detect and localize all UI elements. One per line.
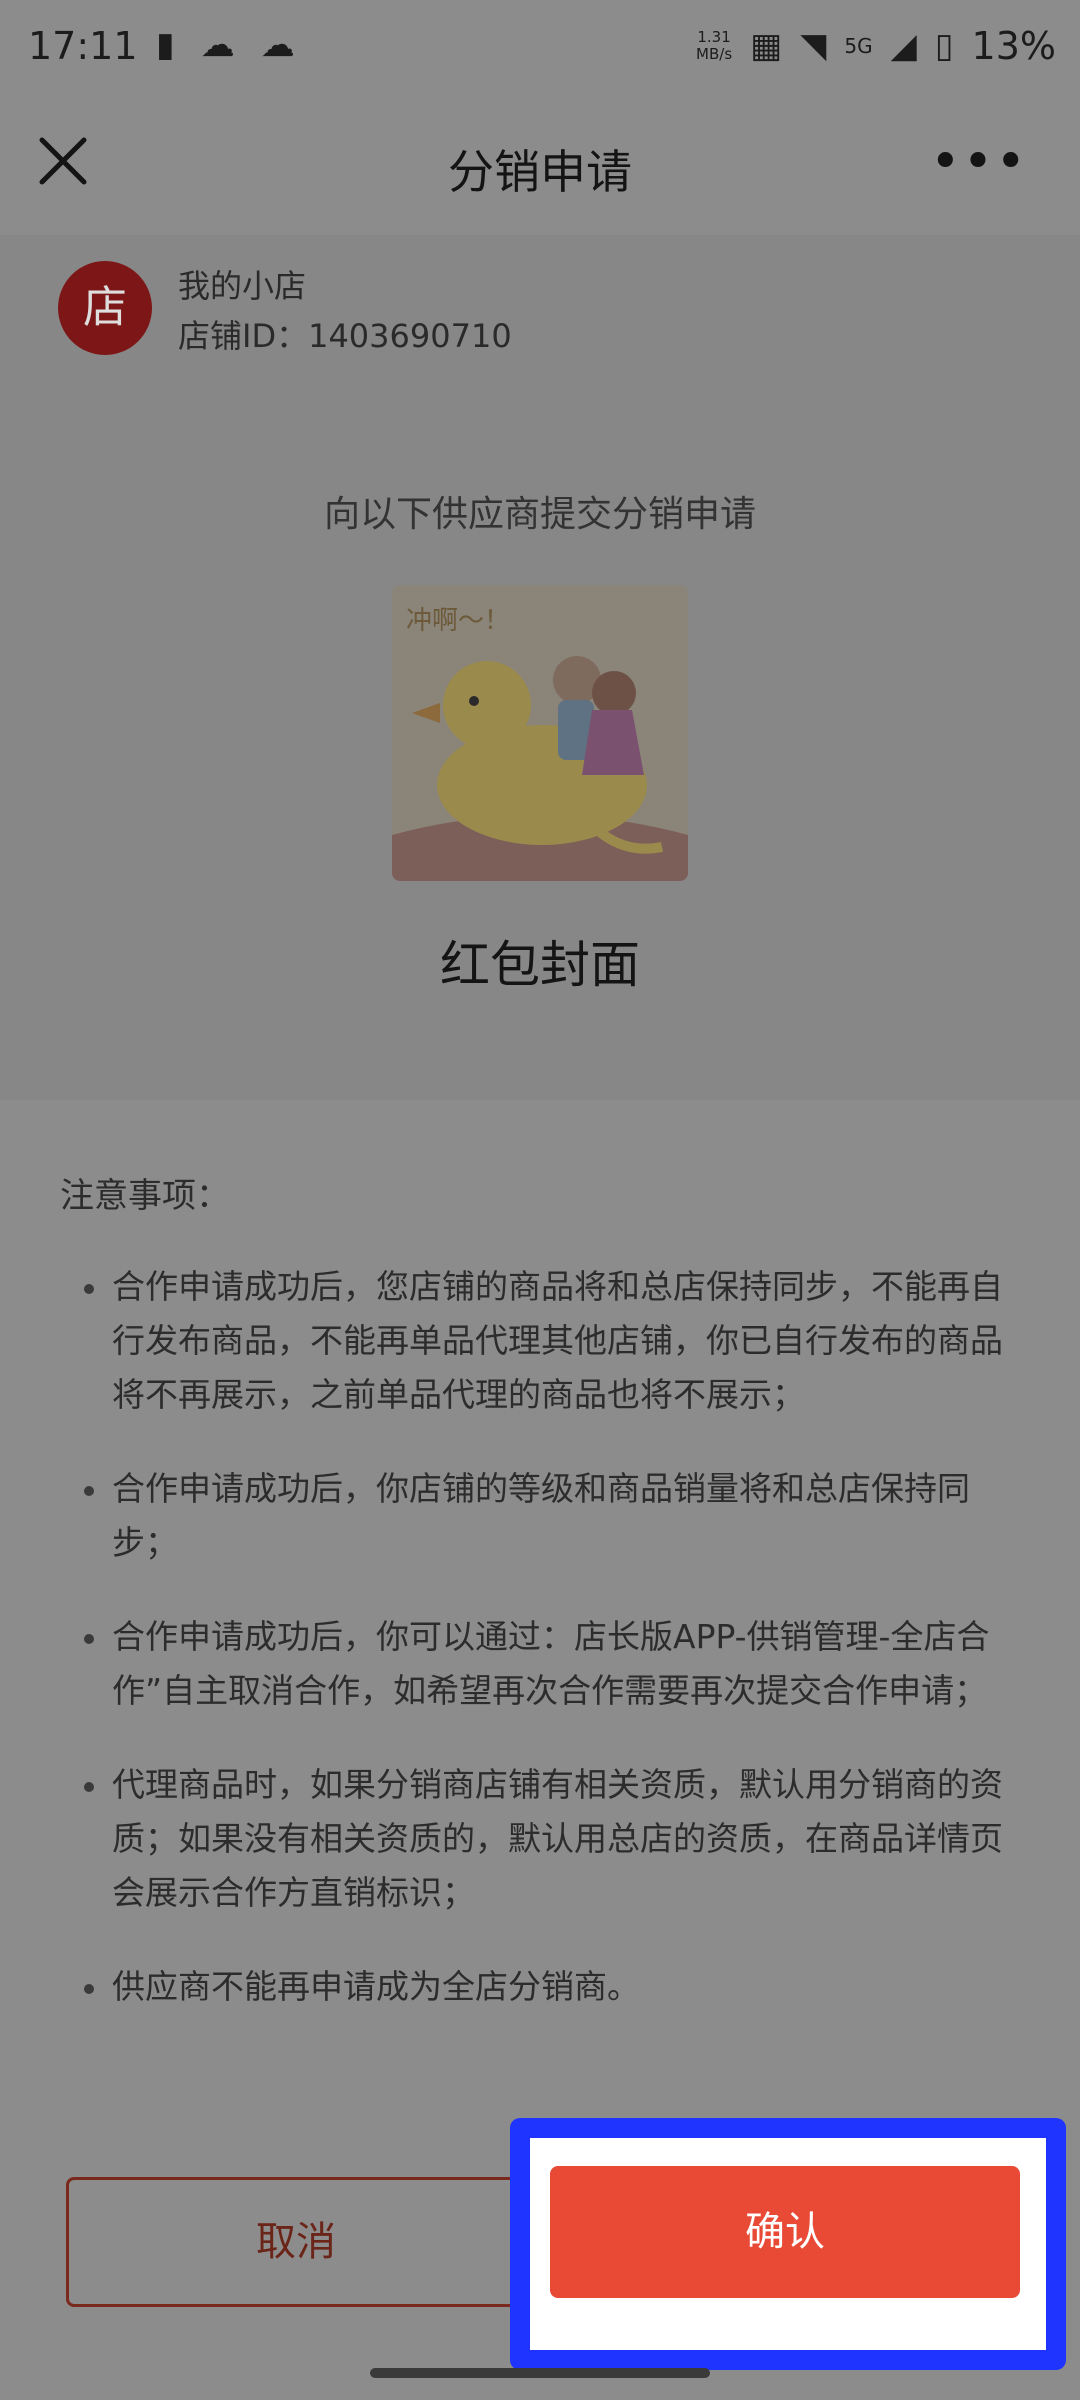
note-text: 合作申请成功后，你店铺的等级和商品销量将和总店保持同步； [112, 1469, 970, 1562]
supplier-logo-image: 冲啊～！ [392, 585, 688, 881]
note-text: 供应商不能再申请成为全店分销商。 [112, 1967, 640, 2006]
bullet-icon [84, 1782, 94, 1792]
submit-caption: 向以下供应商提交分销申请 [323, 494, 756, 535]
wifi-icon: ◥ [800, 26, 827, 66]
alert-icon: ▮ [156, 25, 175, 65]
more-options-icon[interactable]: ••• [930, 132, 1028, 192]
supplier-name: 红包封面 [440, 936, 640, 994]
status-bar: 17:11 ▮ ☁ ☁ 1.31 MB/s ▦ ◥ 5G ◢ ▯ 13% [0, 0, 1080, 100]
note-item: 合作申请成功后，您店铺的商品将和总店保持同步，不能再自行发布商品，不能再单品代理… [0, 1260, 1080, 1422]
bullet-icon [84, 1634, 94, 1644]
note-item: 合作申请成功后，你可以通过：店长版APP-供销管理-全店合作”自主取消合作，如希… [0, 1610, 1080, 1718]
notes-title: 注意事项： [60, 1176, 230, 1216]
net-speed-unit: MB/s [696, 45, 733, 63]
bullet-icon [84, 1284, 94, 1294]
confirm-highlight-box: 确认 [510, 2118, 1066, 2370]
supplier-logo: 冲啊～！ [392, 585, 688, 881]
battery-percent: 13% [971, 24, 1056, 68]
battery-icon: ▯ [934, 26, 954, 66]
logo-caption: 冲啊～！ [406, 605, 510, 635]
signal-label: 5G [844, 33, 873, 58]
notes-list: 合作申请成功后，您店铺的商品将和总店保持同步，不能再自行发布商品，不能再单品代理… [0, 1260, 1080, 2054]
net-speed: 1.31 MB/s [696, 29, 732, 63]
wechat-icon: ☁ [200, 25, 235, 65]
note-item: 合作申请成功后，你店铺的等级和商品销量将和总店保持同步； [0, 1462, 1080, 1570]
note-item: 供应商不能再申请成为全店分销商。 [0, 1960, 1080, 2014]
shop-card: 店 我的小店 店铺ID：1403690710 [0, 235, 1080, 385]
notification-icons: ▮ ☁ ☁ [156, 28, 295, 62]
bottom-action-bar: 取消 确认 [0, 2118, 1080, 2400]
signal-icon: ◢ [890, 26, 917, 66]
hd-icon: ▦ [750, 26, 783, 66]
note-text: 合作申请成功后，您店铺的商品将和总店保持同步，不能再自行发布商品，不能再单品代理… [112, 1267, 1003, 1414]
supplier-section: 向以下供应商提交分销申请 冲啊～！ 红包封面 [0, 385, 1080, 1100]
shop-avatar: 店 [58, 261, 152, 355]
page-title: 分销申请 [448, 145, 632, 199]
confirm-button[interactable]: 确认 [550, 2166, 1020, 2298]
status-right: 1.31 MB/s ▦ ◥ 5G ◢ ▯ 13% [696, 24, 1056, 68]
nav-bar: 分销申请 ••• [0, 100, 1080, 235]
bullet-icon [84, 1984, 94, 1994]
home-indicator[interactable] [370, 2368, 710, 2378]
notes-section: 注意事项： 合作申请成功后，您店铺的商品将和总店保持同步，不能再自行发布商品，不… [0, 1100, 1080, 2150]
note-text: 合作申请成功后，你可以通过：店长版APP-供销管理-全店合作”自主取消合作，如希… [112, 1617, 990, 1710]
bullet-icon [84, 1486, 94, 1496]
status-time: 17:11 [28, 24, 138, 68]
confirm-highlight-inner: 确认 [530, 2138, 1046, 2350]
note-text: 代理商品时，如果分销商店铺有相关资质，默认用分销商的资质；如果没有相关资质的，默… [112, 1765, 1003, 1912]
shop-id: 店铺ID：1403690710 [178, 317, 512, 355]
cancel-button[interactable]: 取消 [66, 2177, 526, 2307]
note-item: 代理商品时，如果分销商店铺有相关资质，默认用分销商的资质；如果没有相关资质的，默… [0, 1758, 1080, 1920]
net-speed-value: 1.31 [697, 28, 731, 46]
wechat-icon: ☁ [260, 25, 295, 65]
shop-name: 我的小店 [178, 267, 307, 305]
